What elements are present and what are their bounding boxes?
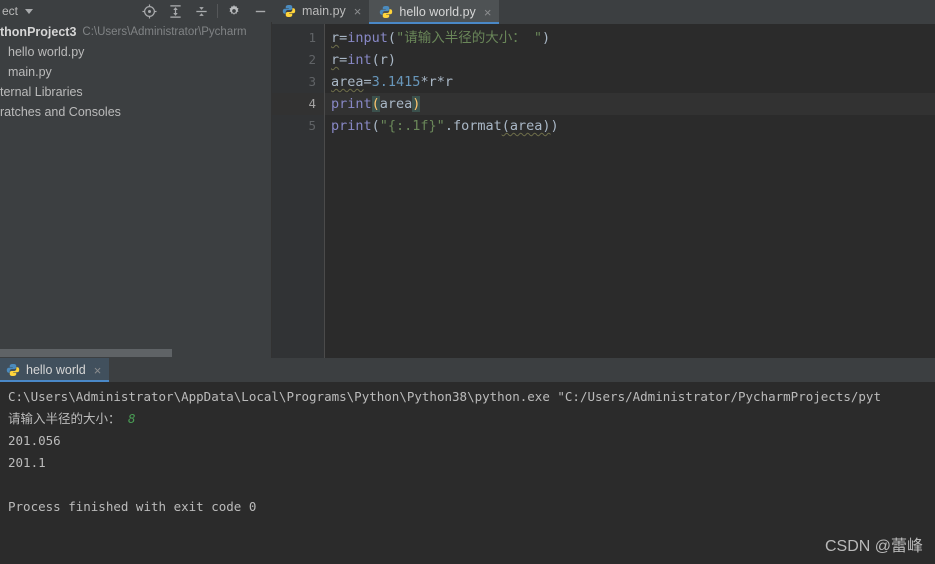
console-text: C:\Users\Administrator\AppData\Local\Pro… xyxy=(8,389,881,404)
code-token: ( xyxy=(387,30,397,46)
scrollbar-thumb[interactable] xyxy=(0,349,172,357)
console-line: C:\Users\Administrator\AppData\Local\Pro… xyxy=(8,386,881,408)
sidebar-item-label: main.py xyxy=(8,65,52,79)
code-token: 3.1415 xyxy=(371,74,421,90)
editor-tab-strip: main.py × hello world.py × xyxy=(272,0,935,24)
chevron-down-icon[interactable] xyxy=(22,0,36,22)
code-token: input xyxy=(347,30,388,46)
code-token: ) xyxy=(412,96,421,112)
code-token: ) xyxy=(550,118,559,134)
console-line: Process finished with exit code 0 xyxy=(8,496,256,518)
console-user-input: 8 xyxy=(128,411,136,426)
gear-icon[interactable] xyxy=(221,0,247,22)
code-line[interactable]: r=input("请输入半径的大小： ") xyxy=(331,27,550,49)
code-token: ( xyxy=(371,118,380,134)
code-text-area[interactable]: r=input("请输入半径的大小： ") r=int(r) area=3.1415… xyxy=(325,24,935,358)
console-line: 请输入半径的大小： 8 xyxy=(8,408,136,430)
sidebar-item-label: thonProject3 xyxy=(0,25,77,39)
tab-label: main.py xyxy=(302,4,346,18)
code-line[interactable]: area=3.1415*r*r xyxy=(331,71,453,93)
sidebar-item-label: ratches and Consoles xyxy=(0,105,121,119)
console-line: 201.056 xyxy=(8,430,61,452)
sidebar-item-project-root[interactable]: thonProject3 C:\Users\Administrator\Pycha… xyxy=(0,22,272,42)
code-token: (r) xyxy=(371,52,397,68)
code-token: r xyxy=(331,30,340,46)
code-token: area xyxy=(379,96,413,112)
tab-main-py[interactable]: main.py × xyxy=(272,0,370,22)
csdn-watermark: CSDN @蕾峰 xyxy=(824,538,923,555)
code-token: r xyxy=(331,52,340,68)
sidebar-item-label: ternal Libraries xyxy=(0,85,83,99)
console-text: 201.056 xyxy=(8,433,61,448)
code-token: ) xyxy=(541,30,551,46)
code-token: print xyxy=(331,118,372,134)
code-line[interactable]: print(area) xyxy=(331,93,421,115)
pycharm-window: ect main.py × hello world.py × thonProje… xyxy=(0,0,935,564)
project-tree-panel[interactable]: thonProject3 C:\Users\Administrator\Pycha… xyxy=(0,22,272,358)
console-text: 201.1 xyxy=(8,455,46,470)
console-text: 请输入半径的大小： xyxy=(8,411,129,426)
line-number: 3 xyxy=(308,74,316,89)
python-file-icon xyxy=(379,5,393,19)
sidebar-item-path: C:\Users\Administrator\Pycharm xyxy=(82,26,247,38)
tab-label: hello world.py xyxy=(399,5,476,19)
code-token: area xyxy=(331,74,364,90)
code-editor[interactable]: 12345 r=input("请输入半径的大小： ") r=int(r) area=… xyxy=(272,24,935,358)
sidebar-item-scratches-consoles[interactable]: ratches and Consoles xyxy=(0,102,272,122)
run-console-output[interactable]: C:\Users\Administrator\AppData\Local\Pro… xyxy=(0,382,935,564)
code-token: = xyxy=(363,74,372,90)
minimize-icon[interactable] xyxy=(247,0,273,22)
line-number: 4 xyxy=(308,96,316,111)
line-number-gutter[interactable]: 1 2 3 4 5 xyxy=(272,24,324,358)
toolbar-button-group xyxy=(136,0,273,22)
run-tool-window-tabs: hello world × xyxy=(0,358,935,382)
toolbar-separator xyxy=(217,4,218,18)
code-token: ( xyxy=(371,96,380,112)
tab-hello-world-py[interactable]: hello world.py × xyxy=(369,0,500,24)
console-line: 201.1 xyxy=(8,452,46,474)
code-line[interactable]: r=int(r) xyxy=(331,49,396,71)
close-icon[interactable]: × xyxy=(484,6,492,19)
code-token: int xyxy=(347,52,372,68)
line-number: 2 xyxy=(308,52,316,67)
locate-icon[interactable] xyxy=(136,0,162,22)
run-tab-label: hello world xyxy=(26,363,86,377)
code-token: "请输入半径的大小： " xyxy=(396,30,542,46)
line-number: 1 xyxy=(308,30,316,45)
console-text: Process finished with exit code 0 xyxy=(8,499,257,514)
code-token: "{:.1f}" xyxy=(379,118,445,134)
python-file-icon xyxy=(282,4,296,18)
run-tab-hello-world[interactable]: hello world × xyxy=(0,358,110,382)
project-tool-label[interactable]: ect xyxy=(0,4,18,18)
code-token: *r*r xyxy=(420,74,453,90)
close-icon[interactable]: × xyxy=(94,364,102,377)
code-token: .format xyxy=(444,118,502,134)
python-run-icon xyxy=(6,363,20,377)
sidebar-item-label: hello world.py xyxy=(8,45,85,59)
sidebar-item-external-libraries[interactable]: ternal Libraries xyxy=(0,82,272,102)
code-token: (area) xyxy=(501,118,551,134)
expand-all-icon[interactable] xyxy=(162,0,188,22)
code-line[interactable]: print("{:.1f}".format(area)) xyxy=(331,115,559,137)
horizontal-scrollbar[interactable] xyxy=(0,348,272,358)
sidebar-item-file-main-py[interactable]: main.py xyxy=(0,62,272,82)
close-icon[interactable]: × xyxy=(354,5,362,18)
sidebar-item-file-hello-world-py[interactable]: hello world.py xyxy=(0,42,272,62)
code-token: print xyxy=(331,96,372,112)
project-tree: thonProject3 C:\Users\Administrator\Pycha… xyxy=(0,22,272,122)
line-number: 5 xyxy=(308,118,316,133)
collapse-all-icon[interactable] xyxy=(188,0,214,22)
